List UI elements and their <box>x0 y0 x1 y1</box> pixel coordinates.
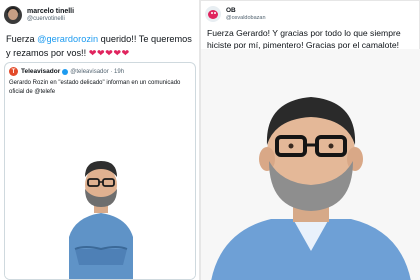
person-portrait-icon <box>201 49 420 280</box>
quoted-tweet-text: Gerardo Rozín en "estado delicado" infor… <box>9 80 181 95</box>
verified-icon <box>62 68 69 75</box>
tweet-right[interactable]: OB @osvaldobazan Fuerza Gerardo! Y graci… <box>200 0 420 280</box>
quoted-tweet-card[interactable]: T Teleavisador @teleavisador · 19h Gerar… <box>4 62 196 280</box>
quoted-tweet-header: T Teleavisador @teleavisador · 19h <box>5 63 195 76</box>
avatar[interactable] <box>205 6 221 22</box>
tweet-left[interactable]: marcelo tinelli @cuervotinelli Fuerza @g… <box>0 0 200 280</box>
hearts-emoji: ❤❤❤❤❤ <box>88 48 130 58</box>
tweet-header: marcelo tinelli @cuervotinelli <box>0 0 199 26</box>
author-handle[interactable]: @osvaldobazan <box>226 15 266 21</box>
quoted-author-handle: @teleavisador · 19h <box>70 68 125 75</box>
avatar[interactable] <box>4 6 22 24</box>
author-name[interactable]: marcelo tinelli <box>27 8 74 16</box>
composite-screenshot: marcelo tinelli @cuervotinelli Fuerza @g… <box>0 0 420 280</box>
tweet-header: OB @osvaldobazan <box>201 1 419 23</box>
quoted-author-name: Teleavisador <box>21 68 61 75</box>
person-photo-icon <box>5 99 195 279</box>
person-portrait[interactable] <box>201 49 420 280</box>
author-name[interactable]: OB <box>226 7 266 14</box>
tweet-text-prefix: Fuerza <box>6 34 38 44</box>
quoted-avatar: T <box>9 67 18 76</box>
tweet-text: Fuerza Gerardo! Y gracias por todo lo qu… <box>207 28 401 50</box>
mention-link[interactable]: @gerardorozin <box>37 34 98 44</box>
person-photo[interactable] <box>5 99 195 279</box>
author-handle[interactable]: @cuervotinelli <box>27 16 74 23</box>
tweet-text: Fuerza @gerardorozin querido!! Te querem… <box>0 26 199 60</box>
